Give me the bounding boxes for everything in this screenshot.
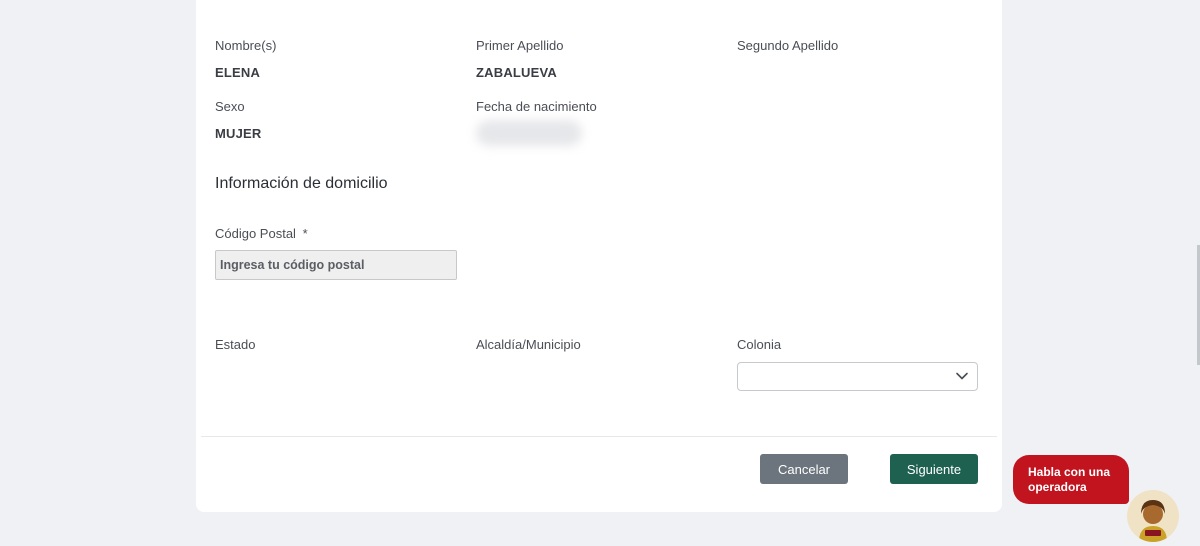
state-label: Estado bbox=[215, 337, 256, 352]
postal-code-input[interactable] bbox=[215, 250, 457, 280]
operator-avatar-icon[interactable] bbox=[1127, 490, 1179, 542]
chat-bubble-line1: Habla con una bbox=[1028, 465, 1111, 479]
last-name2-label: Segundo Apellido bbox=[737, 38, 839, 53]
form-card: Nombre(s) ELENA Primer Apellido ZABALUEV… bbox=[196, 0, 1002, 512]
postal-code-label-text: Código Postal bbox=[215, 226, 296, 241]
last-name1-label: Primer Apellido bbox=[476, 38, 564, 53]
chevron-down-icon bbox=[956, 372, 968, 380]
required-asterisk: * bbox=[302, 226, 308, 241]
last-name1-value: ZABALUEVA bbox=[476, 65, 557, 80]
postal-code-label: Código Postal * bbox=[215, 226, 308, 241]
first-name-value: ELENA bbox=[215, 65, 261, 80]
next-button[interactable]: Siguiente bbox=[890, 454, 978, 484]
sex-label: Sexo bbox=[215, 99, 245, 114]
colonia-select[interactable] bbox=[737, 362, 978, 391]
chat-operator-bubble[interactable]: Habla con una operadora bbox=[1013, 455, 1129, 504]
footer-divider bbox=[201, 436, 997, 437]
colonia-label: Colonia bbox=[737, 337, 782, 352]
chat-bubble-line2: operadora bbox=[1028, 480, 1087, 494]
sex-value: MUJER bbox=[215, 126, 262, 141]
cancel-button[interactable]: Cancelar bbox=[760, 454, 848, 484]
address-section-title: Información de domicilio bbox=[215, 175, 388, 192]
first-name-label: Nombre(s) bbox=[215, 38, 277, 53]
birthdate-label: Fecha de nacimiento bbox=[476, 99, 597, 114]
operator-avatar-drawing bbox=[1127, 490, 1179, 542]
birthdate-value-redacted bbox=[476, 120, 582, 146]
municipality-label: Alcaldía/Municipio bbox=[476, 337, 581, 352]
